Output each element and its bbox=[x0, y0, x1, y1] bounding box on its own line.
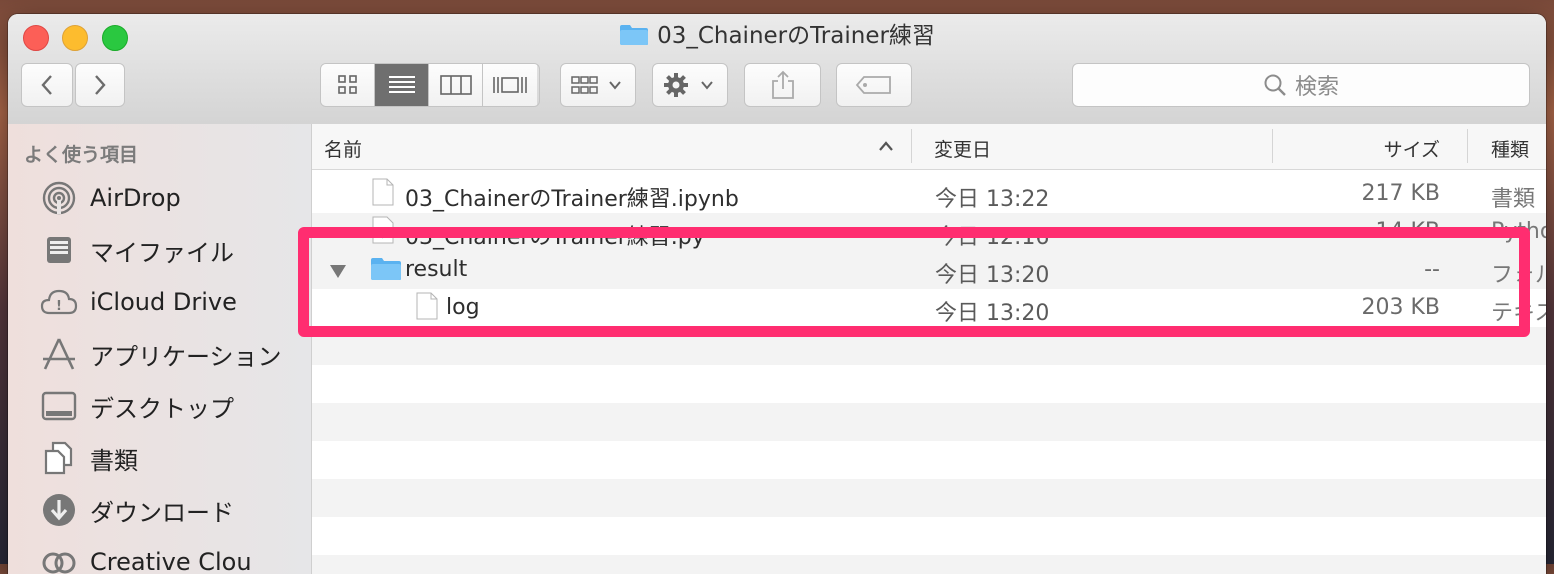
cloud-icon: ! bbox=[38, 284, 80, 320]
sidebar-item-label: デスクトップ bbox=[90, 394, 234, 423]
sidebar-header: よく使う項目 bbox=[24, 144, 139, 166]
folder-icon bbox=[620, 25, 649, 45]
sidebar-item-label: アプリケーション bbox=[90, 342, 282, 371]
empty-row bbox=[312, 441, 1546, 479]
sidebar-item-label: iCloud Drive bbox=[90, 288, 237, 316]
table-row[interactable]: 03_ChainerのTrainer練習.ipynb 今日 13:22 217 … bbox=[312, 175, 1546, 213]
window-title-area: 03_ChainerのTrainer練習 bbox=[8, 22, 1546, 50]
list-icon bbox=[388, 76, 415, 93]
empty-row bbox=[312, 555, 1546, 574]
file-size: 217 KB bbox=[1361, 181, 1440, 206]
search-icon bbox=[1264, 74, 1286, 96]
sidebar-item-icloud[interactable]: ! iCloud Drive bbox=[38, 282, 237, 322]
gear-icon bbox=[664, 73, 713, 97]
back-button[interactable] bbox=[21, 63, 73, 107]
chevron-left-icon bbox=[41, 75, 52, 95]
empty-row bbox=[312, 517, 1546, 555]
columns-icon bbox=[439, 75, 472, 95]
column-kind-header[interactable]: 種類 bbox=[1491, 135, 1529, 162]
sidebar-item-label: マイファイル bbox=[90, 238, 234, 267]
sidebar-item-all-files[interactable]: マイファイル bbox=[38, 230, 234, 270]
share-button[interactable] bbox=[744, 63, 821, 107]
sidebar-item-downloads[interactable]: ダウンロード bbox=[38, 490, 234, 530]
icon-view-button[interactable] bbox=[321, 64, 375, 106]
sidebar-item-label: Creative Clou bbox=[90, 548, 252, 574]
share-icon bbox=[771, 70, 794, 99]
tags-button[interactable] bbox=[836, 63, 912, 107]
sidebar-item-label: AirDrop bbox=[90, 184, 181, 212]
download-icon bbox=[38, 492, 80, 528]
sidebar-item-documents[interactable]: 書類 bbox=[38, 438, 138, 478]
sidebar-item-label: ダウンロード bbox=[90, 498, 234, 527]
file-name: 03_ChainerのTrainer練習.ipynb bbox=[405, 187, 739, 212]
arrange-button[interactable] bbox=[560, 63, 636, 107]
sidebar-item-creative-cloud[interactable]: Creative Clou bbox=[38, 542, 252, 574]
title-bar: 03_ChainerのTrainer練習 検索 bbox=[8, 14, 1546, 125]
view-mode-control[interactable] bbox=[320, 63, 540, 107]
document-file-icon bbox=[372, 178, 394, 206]
window-title: 03_ChainerのTrainer練習 bbox=[657, 23, 935, 49]
documents-icon bbox=[38, 440, 80, 476]
sidebar: よく使う項目 AirDrop マイファイル ! iCloud Drive アプリ… bbox=[8, 124, 312, 574]
search-field[interactable]: 検索 bbox=[1072, 63, 1530, 107]
desktop-icon bbox=[38, 388, 80, 424]
chevron-right-icon bbox=[95, 75, 106, 95]
applications-icon bbox=[38, 336, 80, 372]
sort-ascending-icon bbox=[879, 141, 893, 151]
all-files-icon bbox=[38, 232, 80, 268]
empty-row bbox=[312, 403, 1546, 441]
forward-button[interactable] bbox=[75, 63, 125, 107]
action-button[interactable] bbox=[652, 63, 728, 107]
creative-cloud-icon bbox=[38, 544, 80, 574]
svg-text:!: ! bbox=[56, 299, 62, 314]
column-view-button[interactable] bbox=[429, 64, 483, 106]
column-date-header[interactable]: 変更日 bbox=[934, 135, 991, 162]
gallery-view-button[interactable] bbox=[483, 64, 537, 106]
empty-row bbox=[312, 365, 1546, 403]
search-placeholder: 検索 bbox=[1294, 75, 1339, 100]
grid-icon bbox=[337, 75, 357, 94]
list-view-button[interactable] bbox=[375, 64, 429, 106]
file-list: 名前 変更日 サイズ 種類 03_ChainerのTrainer練習.ipynb… bbox=[312, 124, 1546, 574]
empty-row bbox=[312, 479, 1546, 517]
sidebar-item-airdrop[interactable]: AirDrop bbox=[38, 178, 181, 218]
arrange-icon bbox=[571, 76, 621, 94]
sidebar-item-applications[interactable]: アプリケーション bbox=[38, 334, 282, 374]
column-size-header[interactable]: サイズ bbox=[1384, 135, 1440, 162]
airdrop-icon bbox=[38, 180, 80, 216]
tag-icon bbox=[855, 76, 891, 94]
sidebar-item-desktop[interactable]: デスクトップ bbox=[38, 386, 234, 426]
column-header: 名前 変更日 サイズ 種類 bbox=[312, 124, 1546, 170]
file-kind: 書類 bbox=[1491, 187, 1536, 212]
highlight-annotation bbox=[298, 227, 1530, 337]
column-name-header[interactable]: 名前 bbox=[324, 135, 362, 162]
gallery-icon bbox=[493, 77, 527, 93]
file-date: 今日 13:22 bbox=[935, 187, 1050, 212]
sidebar-item-label: 書類 bbox=[90, 446, 138, 475]
